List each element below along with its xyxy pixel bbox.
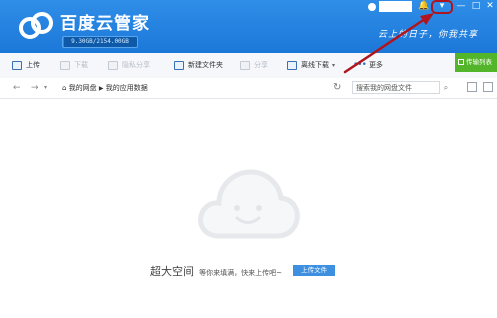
slogan-text: 云上的日子，你我共享: [378, 30, 479, 40]
more-label: 更多: [368, 61, 383, 69]
empty-state-message: 超大空间 等你来填满，快来上传吧~ 上传文件: [150, 260, 336, 278]
folder-icon: [174, 60, 184, 70]
notification-icon[interactable]: 🔔: [418, 0, 430, 12]
username-box[interactable]: [379, 1, 412, 12]
close-icon[interactable]: ✕: [484, 0, 496, 12]
chevron-down-icon[interactable]: ▾: [44, 78, 47, 98]
address-bar: ← → ▾ ⌂ 我的网盘 ▶ 我的应用数据 ↻ 搜索我的网盘文件 ⌕: [0, 78, 497, 99]
smiling-cloud-icon: [198, 169, 300, 239]
maximize-icon[interactable]: □: [470, 0, 482, 12]
grid-view-icon[interactable]: [483, 82, 493, 92]
home-icon[interactable]: ⌂: [62, 84, 66, 92]
upload-button[interactable]: 上传: [12, 53, 40, 78]
transfer-list-label: 传输列表: [466, 58, 492, 66]
offline-download-icon: [287, 60, 297, 70]
download-label: 下载: [74, 61, 88, 69]
back-arrow-icon[interactable]: ←: [13, 78, 21, 98]
upload-file-button[interactable]: 上传文件: [293, 265, 336, 276]
private-share-button[interactable]: 隐私分享: [108, 53, 150, 78]
breadcrumb: ⌂ 我的网盘 ▶ 我的应用数据: [62, 78, 148, 98]
refresh-icon[interactable]: ↻: [333, 78, 341, 98]
upload-icon: [12, 60, 22, 70]
share-label: 分享: [254, 61, 268, 69]
toolbar: 上传 下载 隐私分享 新建文件夹 分享 离线下载 ▾ ••• 更多: [0, 53, 497, 79]
file-list-area: 超大空间 等你来填满，快来上传吧~ 上传文件: [0, 98, 497, 318]
download-icon: [60, 60, 70, 70]
storage-quota-fill: [63, 37, 64, 47]
more-dots-icon: •••: [353, 60, 367, 70]
chevron-down-icon: ▾: [332, 62, 336, 69]
search-icon[interactable]: ⌕: [441, 81, 451, 94]
offline-download-button[interactable]: 离线下载 ▾: [287, 53, 335, 78]
upload-label: 上传: [26, 61, 40, 69]
more-button[interactable]: ••• 更多: [353, 53, 383, 78]
search-input[interactable]: 搜索我的网盘文件: [352, 81, 440, 94]
empty-state-subtext: 等你来填满，快来上传吧~: [199, 269, 282, 277]
download-button[interactable]: 下载: [60, 53, 88, 78]
breadcrumb-item-app-data[interactable]: 我的应用数据: [106, 84, 148, 92]
breadcrumb-item-my-disk[interactable]: 我的网盘: [69, 84, 97, 92]
new-folder-label: 新建文件夹: [188, 61, 223, 69]
offline-download-label: 离线下载: [301, 61, 329, 69]
transfer-list-button[interactable]: 传输列表: [455, 53, 497, 72]
baidu-cloud-logo-icon: [19, 12, 53, 39]
private-share-label: 隐私分享: [122, 61, 150, 69]
forward-arrow-icon[interactable]: →: [31, 78, 39, 98]
app-title: 百度云管家: [60, 14, 150, 34]
breadcrumb-separator-icon: ▶: [98, 85, 104, 92]
storage-quota-text: 9.30GB/2154.00GB: [71, 38, 129, 45]
new-folder-button[interactable]: 新建文件夹: [174, 53, 223, 78]
share-icon: [240, 60, 250, 70]
empty-state-headline: 超大空间: [150, 265, 194, 278]
share-button[interactable]: 分享: [240, 53, 268, 78]
private-share-icon: [108, 60, 118, 70]
minimize-icon[interactable]: —: [455, 0, 467, 12]
title-bar: 百度云管家 9.30GB/2154.00GB 🔔 ▾ — □ ✕ 云上的日子，你…: [0, 0, 497, 53]
storage-quota-bar: 9.30GB/2154.00GB: [62, 36, 138, 48]
list-view-icon[interactable]: [467, 82, 477, 92]
user-avatar-icon[interactable]: [368, 3, 376, 11]
transfer-list-icon: [458, 59, 464, 65]
annotation-highlight-box: [431, 0, 453, 14]
